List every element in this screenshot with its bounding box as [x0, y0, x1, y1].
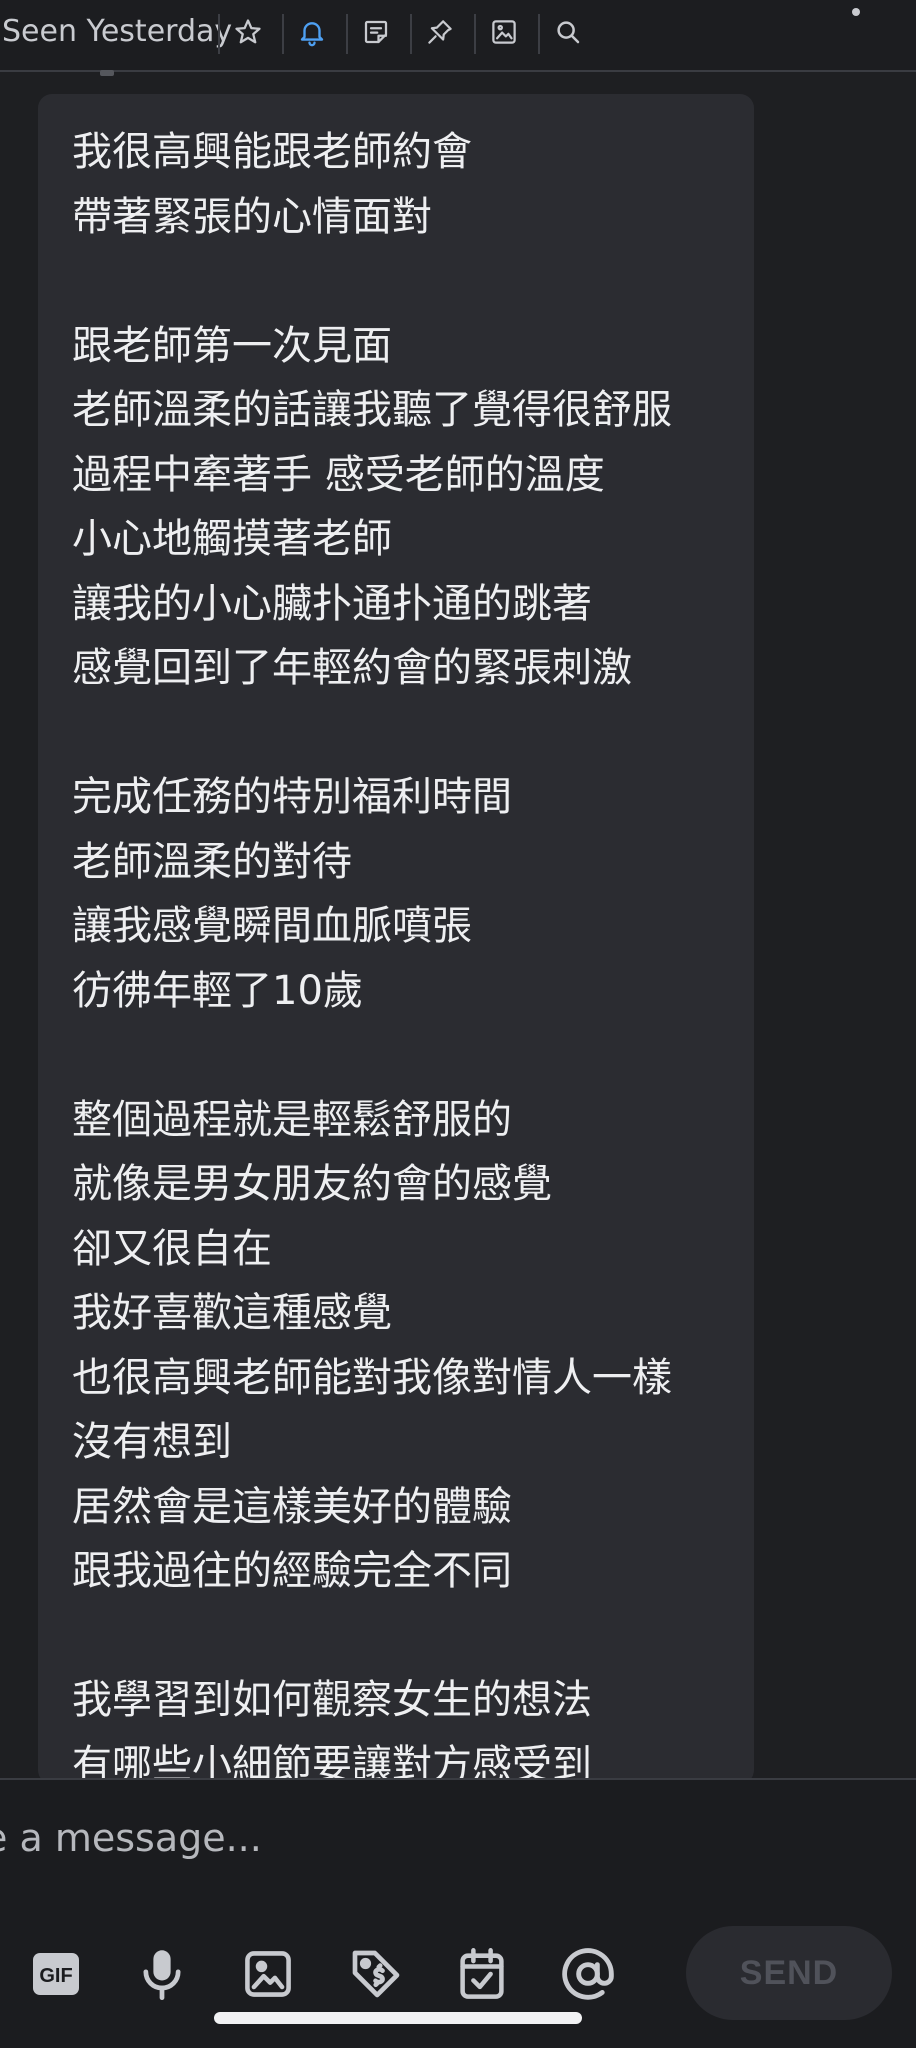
attach-image-icon[interactable] [238, 1944, 298, 2004]
message-line: 完成任務的特別福利時間 [72, 774, 512, 820]
message-line: 我學習到如何觀察女生的想法 [72, 1677, 592, 1723]
gif-label: GIF [39, 1965, 72, 1987]
message-line: 就像是男女朋友約會的感覺 [72, 1161, 552, 1207]
toolbar-divider [538, 14, 540, 54]
toolbar-divider [410, 14, 412, 54]
pin-icon[interactable] [420, 12, 460, 52]
message-line: 跟我過往的經驗完全不同 [72, 1548, 512, 1594]
message-line: 過程中牽著手 感受老師的溫度 [72, 451, 605, 498]
message-line: 沒有想到 [72, 1419, 232, 1465]
message-line: 整個過程就是輕鬆舒服的 [72, 1096, 512, 1143]
toolbar-divider [282, 14, 284, 54]
message-input[interactable] [0, 1788, 884, 1888]
message-line: 卻又很自在 [72, 1225, 272, 1272]
toolbar-divider [346, 14, 348, 54]
message-line: 我很高興能跟老師約會 [72, 129, 472, 175]
message-text: 我很高興能跟老師約會 帶著緊張的心情面對 跟老師第一次見面老師溫柔的話讓我聽了覺得很… [72, 120, 742, 1784]
message-line: 讓我的小心臟扑通扑通的跳著 [72, 580, 592, 627]
star-icon[interactable] [228, 12, 268, 52]
at-sign-icon[interactable] [558, 1944, 618, 2004]
message-line: 感覺回到了年輕約會的緊張刺激 [72, 645, 632, 691]
kebab-menu-icon[interactable] [844, 0, 868, 26]
seen-status: Seen Yesterday [2, 14, 233, 49]
message-line: 我好喜歡這種感覺 [72, 1290, 392, 1336]
message-line: 讓我感覺瞬間血脈噴張 [72, 903, 472, 949]
send-button[interactable]: SEND [686, 1926, 892, 2020]
message-line: 小心地觸摸著老師 [72, 516, 392, 562]
gif-icon[interactable]: GIF [26, 1944, 86, 2004]
chat-header-toolbar: Seen Yesterday [0, 0, 916, 72]
message-line: 有哪些小細節要讓對方感受到 [72, 1741, 592, 1785]
search-icon[interactable] [548, 12, 588, 52]
message-line: 老師溫柔的對待 [72, 838, 352, 885]
calendar-check-icon[interactable] [452, 1944, 512, 2004]
chat-screen: Seen Yesterday 我很高興能跟老師約會 帶著緊張的心情面對 跟老師第… [0, 0, 916, 2048]
message-line: 彷彿年輕了10歲 [72, 967, 363, 1014]
message-bubble[interactable]: 我很高興能跟老師約會 帶著緊張的心情面對 跟老師第一次見面老師溫柔的話讓我聽了覺得很… [38, 94, 754, 1784]
message-line: 帶著緊張的心情面對 [72, 193, 432, 240]
image-icon[interactable] [484, 12, 524, 52]
message-line: 也很高興老師能對我像對情人一樣 [72, 1354, 672, 1401]
truncated-meta-mark [100, 70, 114, 76]
toolbar-divider [218, 14, 220, 54]
message-line: 跟老師第一次見面 [72, 322, 392, 369]
tag-icon[interactable] [346, 1944, 406, 2004]
message-line: 老師溫柔的話讓我聽了覺得很舒服 [72, 387, 672, 433]
sticky-note-icon[interactable] [356, 12, 396, 52]
bell-icon[interactable] [292, 12, 332, 52]
home-indicator[interactable] [214, 2012, 582, 2024]
microphone-icon[interactable] [132, 1944, 192, 2004]
toolbar-divider [474, 14, 476, 54]
message-line: 居然會是這樣美好的體驗 [72, 1483, 512, 1530]
